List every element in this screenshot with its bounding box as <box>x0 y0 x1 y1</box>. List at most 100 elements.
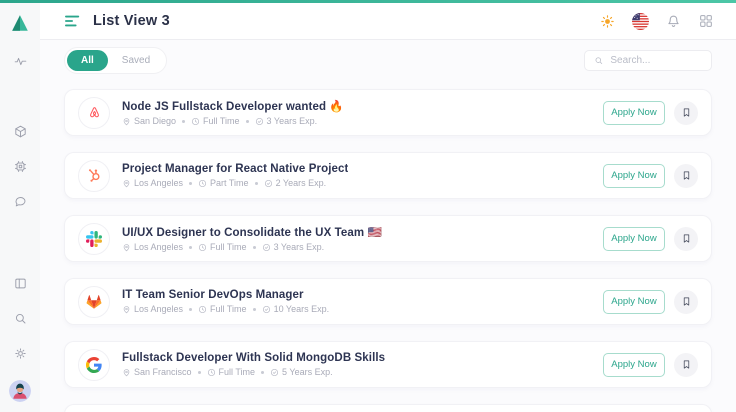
apply-now-button[interactable]: Apply Now <box>603 290 665 314</box>
job-title: Node JS Fullstack Developer wanted 🔥 <box>122 99 344 113</box>
meta-separator <box>189 308 192 311</box>
job-experience-text: 10 Years Exp. <box>274 304 330 314</box>
search-icon <box>594 55 603 66</box>
clock-icon <box>198 179 207 188</box>
job-type-text: Full Time <box>210 304 247 314</box>
job-meta: San Diego Full Time 3 Years Exp. <box>122 116 344 126</box>
apply-now-button[interactable]: Apply Now <box>603 101 665 125</box>
clock-icon <box>198 305 207 314</box>
job-location: Los Angeles <box>122 242 183 252</box>
meta-separator <box>189 246 192 249</box>
header: List View 3 <box>40 3 736 40</box>
job-info: Node JS Fullstack Developer wanted 🔥 San… <box>122 99 344 126</box>
job-card: Fullstack Developer With Solid MongoDB S… <box>64 341 712 388</box>
activity-icon[interactable] <box>12 53 28 69</box>
job-experience: 10 Years Exp. <box>262 304 330 314</box>
job-card: Node JS Fullstack Developer wanted 🔥 San… <box>64 89 712 136</box>
bookmark-button[interactable] <box>674 164 698 188</box>
layout-icon[interactable] <box>12 275 28 291</box>
location-pin-icon <box>122 368 131 377</box>
job-meta: Los Angeles Part Time 2 Years Exp. <box>122 178 348 188</box>
job-experience-text: 3 Years Exp. <box>267 116 318 126</box>
bookmark-icon <box>681 233 692 244</box>
job-info: UI/UX Designer to Consolidate the UX Tea… <box>122 225 382 252</box>
dashboard-grid-icon[interactable] <box>12 88 28 104</box>
experience-check-icon <box>255 117 264 126</box>
search-box[interactable] <box>584 50 712 71</box>
top-accent-bar <box>0 0 736 3</box>
location-pin-icon <box>122 117 131 126</box>
job-card: UI/UX Designer to Consolidate the UX Tea… <box>64 215 712 262</box>
job-title: UI/UX Designer to Consolidate the UX Tea… <box>122 225 382 239</box>
cpu-icon[interactable] <box>12 158 28 174</box>
apply-now-button[interactable]: Apply Now <box>603 227 665 251</box>
job-location-text: Los Angeles <box>134 178 183 188</box>
bookmark-icon <box>681 170 692 181</box>
job-location-text: Los Angeles <box>134 242 183 252</box>
job-meta: Los Angeles Full Time 10 Years Exp. <box>122 304 329 314</box>
google-logo <box>78 349 110 381</box>
slack-logo <box>78 223 110 255</box>
sidebar-nav <box>12 53 28 209</box>
bookmark-icon <box>681 107 692 118</box>
us-flag-icon[interactable] <box>631 12 649 30</box>
settings-gear-icon[interactable] <box>12 345 28 361</box>
experience-check-icon <box>264 179 273 188</box>
header-actions <box>598 12 715 30</box>
job-experience: 3 Years Exp. <box>255 116 318 126</box>
job-employment-type: Full Time <box>198 242 247 252</box>
job-type-text: Full Time <box>219 367 256 377</box>
job-info: IT Team Senior DevOps Manager Los Angele… <box>122 289 329 314</box>
sun-icon[interactable] <box>598 12 616 30</box>
job-list: Node JS Fullstack Developer wanted 🔥 San… <box>64 89 712 412</box>
job-info: Fullstack Developer With Solid MongoDB S… <box>122 352 385 377</box>
job-experience-text: 2 Years Exp. <box>276 178 327 188</box>
meta-separator <box>253 246 256 249</box>
bookmark-button[interactable] <box>674 353 698 377</box>
bookmark-button[interactable] <box>674 101 698 125</box>
meta-separator <box>246 120 249 123</box>
job-card-partial: Apply Now <box>64 404 712 412</box>
search-input[interactable] <box>610 55 702 66</box>
job-employment-type: Full Time <box>191 116 240 126</box>
experience-check-icon <box>270 368 279 377</box>
apply-now-button[interactable]: Apply Now <box>603 353 665 377</box>
bookmark-button[interactable] <box>674 227 698 251</box>
job-location-text: San Diego <box>134 116 176 126</box>
job-experience: 5 Years Exp. <box>270 367 333 377</box>
toolbar: All Saved <box>64 47 712 74</box>
main-content: All Saved Node JS Fullstack Developer wa… <box>40 40 736 412</box>
gitlab-logo <box>78 286 110 318</box>
chat-icon[interactable] <box>12 193 28 209</box>
job-location-text: San Francisco <box>134 367 192 377</box>
meta-separator <box>198 371 201 374</box>
cube-icon[interactable] <box>12 123 28 139</box>
job-employment-type: Full Time <box>198 304 247 314</box>
location-pin-icon <box>122 243 131 252</box>
job-location: San Francisco <box>122 367 192 377</box>
hamburger-icon[interactable] <box>64 13 82 29</box>
meta-separator <box>182 120 185 123</box>
job-location-text: Los Angeles <box>134 304 183 314</box>
meta-separator <box>189 182 192 185</box>
apply-now-button[interactable]: Apply Now <box>603 164 665 188</box>
search-icon[interactable] <box>12 310 28 326</box>
job-title: Fullstack Developer With Solid MongoDB S… <box>122 352 385 364</box>
bell-icon[interactable] <box>664 12 682 30</box>
app-logo[interactable] <box>9 12 31 34</box>
meta-separator <box>261 371 264 374</box>
job-experience-text: 5 Years Exp. <box>282 367 333 377</box>
user-avatar[interactable] <box>9 380 31 402</box>
bookmark-button[interactable] <box>674 290 698 314</box>
job-experience: 3 Years Exp. <box>262 242 325 252</box>
hubspot-logo <box>78 160 110 192</box>
airbnb-logo <box>78 97 110 129</box>
tab-all[interactable]: All <box>67 50 108 71</box>
job-location: San Diego <box>122 116 176 126</box>
apps-grid-icon[interactable] <box>697 12 715 30</box>
job-type-text: Full Time <box>210 242 247 252</box>
meta-separator <box>253 308 256 311</box>
meta-separator <box>255 182 258 185</box>
sidebar <box>0 3 40 412</box>
tab-saved[interactable]: Saved <box>108 50 164 71</box>
